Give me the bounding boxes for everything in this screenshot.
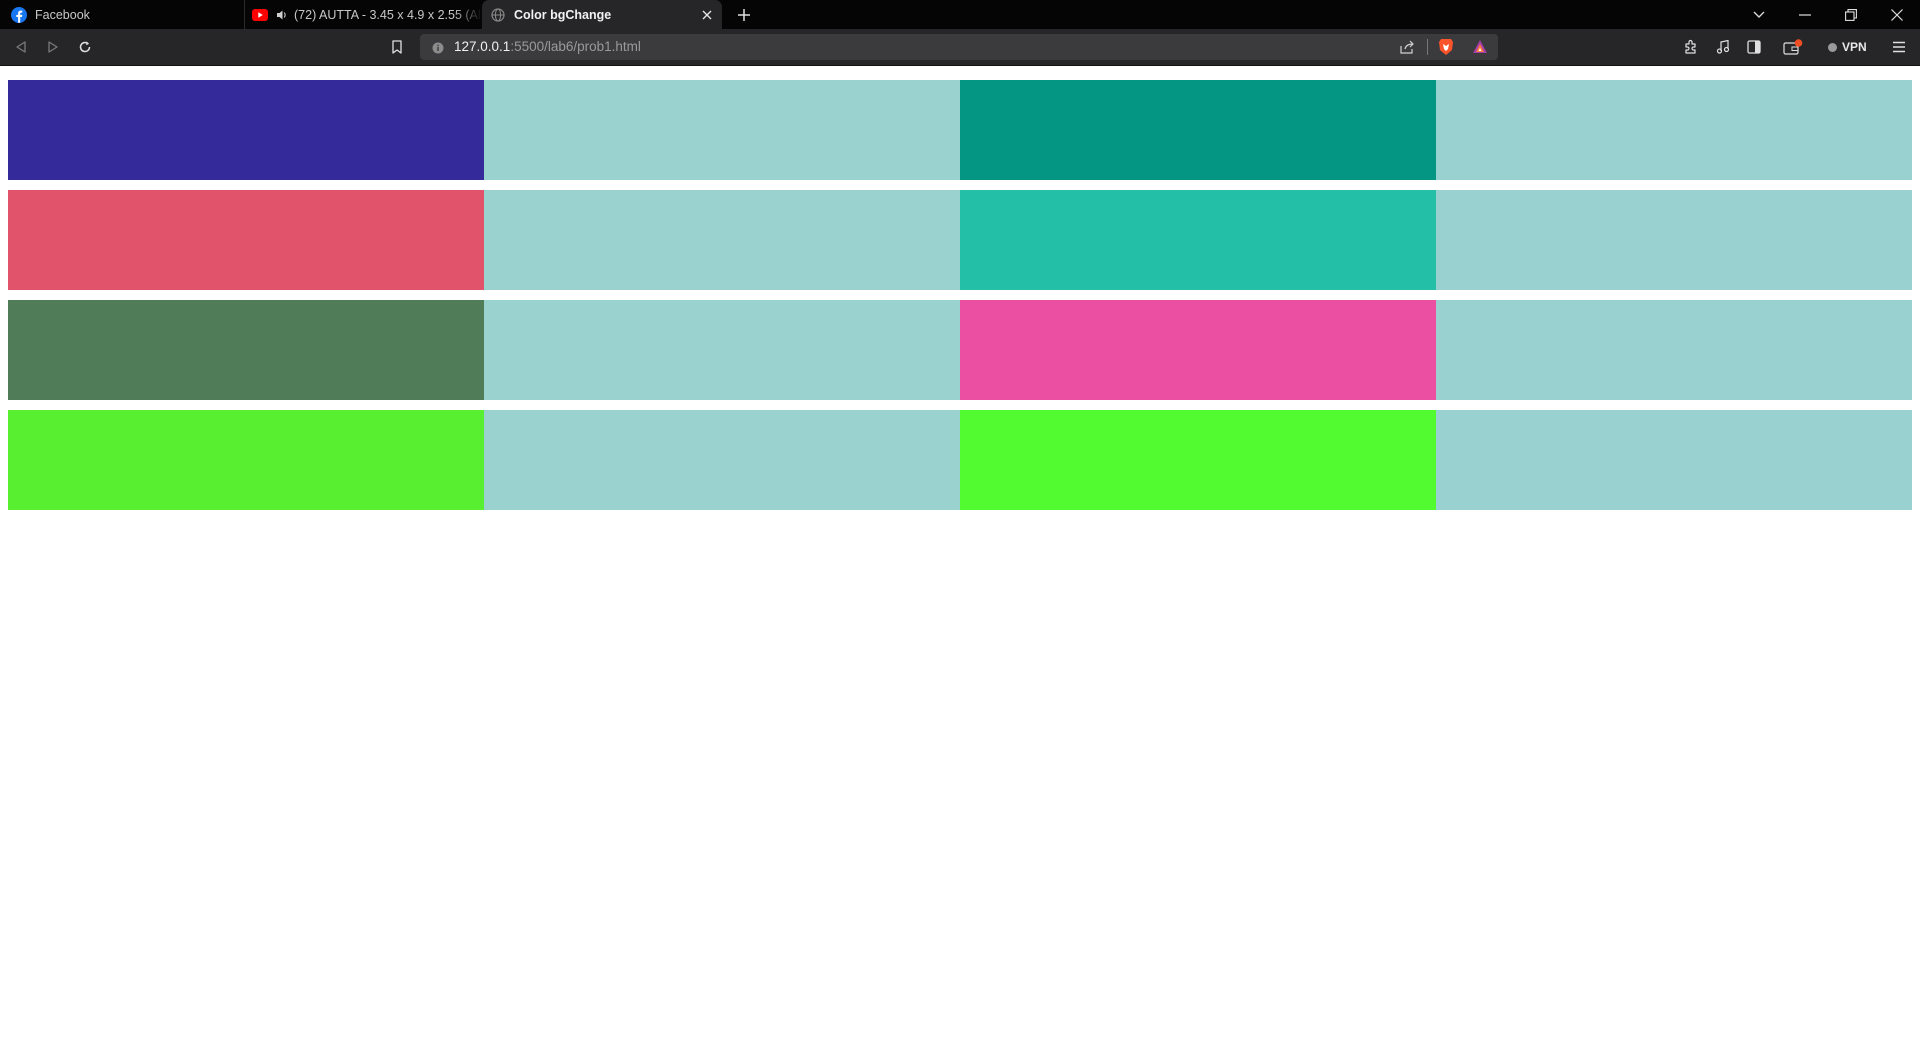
color-box[interactable] — [484, 410, 960, 510]
color-row — [8, 80, 1912, 180]
color-box[interactable] — [484, 190, 960, 290]
url-path: :5500/lab6/prob1.html — [510, 39, 641, 54]
color-box[interactable] — [8, 410, 484, 510]
color-row — [8, 300, 1912, 400]
globe-icon — [490, 7, 506, 23]
back-icon[interactable] — [10, 36, 32, 58]
wallet-notification-icon[interactable] — [1782, 36, 1804, 58]
color-box[interactable] — [1436, 300, 1912, 400]
browser-toolbar: 127.0.0.1:5500/lab6/prob1.html VPN — [0, 29, 1920, 66]
color-box[interactable] — [1436, 80, 1912, 180]
tab-title: (72) AUTTA - 3.45 x 4.9 x 2.55 (Album — [294, 7, 482, 22]
vpn-button[interactable]: VPN — [1828, 36, 1867, 58]
minimize-window-icon[interactable] — [1782, 0, 1828, 29]
tab-facebook[interactable]: Facebook — [0, 0, 244, 29]
brave-rewards-icon[interactable] — [1472, 39, 1488, 60]
tab-color-bgchange[interactable]: Color bgChange — [482, 0, 722, 29]
omnibox-divider — [1427, 39, 1428, 55]
bookmark-icon[interactable] — [386, 36, 408, 58]
color-row — [8, 410, 1912, 510]
color-row — [8, 190, 1912, 290]
new-tab-button[interactable] — [733, 4, 755, 26]
youtube-icon — [252, 7, 268, 23]
vpn-status-icon — [1828, 42, 1837, 52]
color-box[interactable] — [8, 300, 484, 400]
address-bar[interactable]: 127.0.0.1:5500/lab6/prob1.html — [420, 34, 1498, 60]
color-box[interactable] — [8, 80, 484, 180]
tab-search-chevron-icon[interactable] — [1736, 0, 1782, 29]
menu-icon[interactable] — [1888, 36, 1910, 58]
color-grid — [8, 80, 1912, 520]
media-music-icon[interactable] — [1712, 36, 1734, 58]
tab-youtube[interactable]: (72) AUTTA - 3.45 x 4.9 x 2.55 (Album — [244, 0, 482, 29]
url-text[interactable]: 127.0.0.1:5500/lab6/prob1.html — [454, 34, 641, 60]
color-box[interactable] — [1436, 410, 1912, 510]
forward-icon[interactable] — [42, 36, 64, 58]
tab-strip: Facebook (72) AUTTA - 3.45 x 4.9 x 2.55 … — [0, 0, 1920, 29]
vpn-label: VPN — [1842, 40, 1867, 54]
close-window-icon[interactable] — [1874, 0, 1920, 29]
color-box[interactable] — [960, 410, 1436, 510]
close-tab-icon[interactable] — [698, 6, 716, 24]
url-host: 127.0.0.1 — [454, 39, 511, 54]
color-box[interactable] — [960, 80, 1436, 180]
color-box[interactable] — [1436, 190, 1912, 290]
sidebar-icon[interactable] — [1743, 36, 1765, 58]
facebook-icon — [11, 6, 27, 23]
color-box[interactable] — [960, 190, 1436, 290]
extensions-icon[interactable] — [1680, 36, 1702, 58]
color-box[interactable] — [484, 300, 960, 400]
speaker-icon[interactable] — [276, 7, 288, 23]
tab-title: Color bgChange — [514, 7, 612, 22]
color-box[interactable] — [8, 190, 484, 290]
site-info-icon[interactable] — [432, 41, 444, 59]
share-icon[interactable] — [1400, 40, 1415, 59]
color-box[interactable] — [960, 300, 1436, 400]
restore-window-icon[interactable] — [1828, 0, 1874, 29]
tab-title: Facebook — [35, 7, 90, 22]
color-box[interactable] — [484, 80, 960, 180]
reload-icon[interactable] — [74, 36, 96, 58]
brave-shields-icon[interactable] — [1438, 38, 1454, 61]
